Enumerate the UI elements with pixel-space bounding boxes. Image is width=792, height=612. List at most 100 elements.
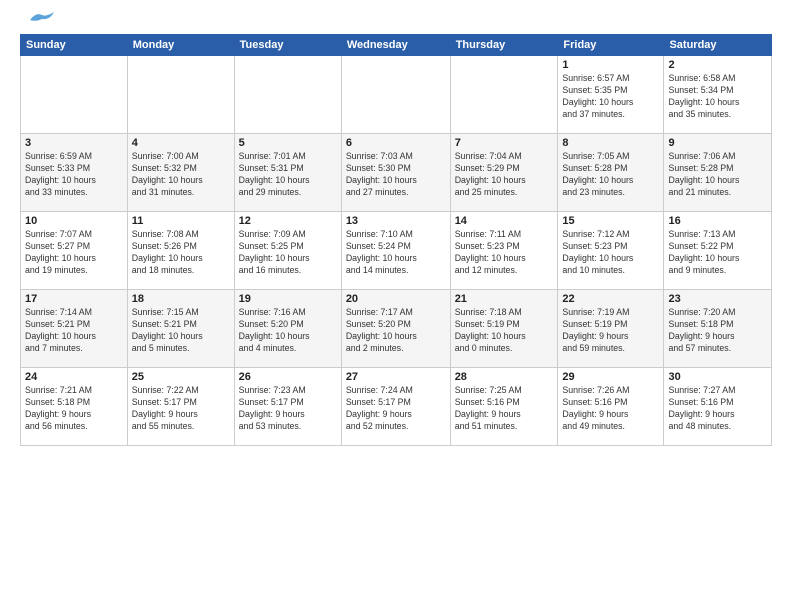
day-info: Sunrise: 7:14 AM Sunset: 5:21 PM Dayligh…	[25, 307, 123, 355]
day-number: 10	[25, 215, 123, 227]
day-number: 8	[562, 137, 659, 149]
day-info: Sunrise: 7:26 AM Sunset: 5:16 PM Dayligh…	[562, 385, 659, 433]
day-info: Sunrise: 7:18 AM Sunset: 5:19 PM Dayligh…	[455, 307, 554, 355]
calendar-week-row-4: 17 Sunrise: 7:14 AM Sunset: 5:21 PM Dayli…	[21, 290, 772, 368]
calendar-week-row-1: 1Sunrise: 6:57 AM Sunset: 5:35 PM Daylig…	[21, 56, 772, 134]
day-info: Sunrise: 7:25 AM Sunset: 5:16 PM Dayligh…	[455, 385, 554, 433]
calendar-cell: 1Sunrise: 6:57 AM Sunset: 5:35 PM Daylig…	[558, 56, 664, 134]
day-number: 21	[455, 293, 554, 305]
day-info: Sunrise: 7:27 AM Sunset: 5:16 PM Dayligh…	[668, 385, 767, 433]
calendar-cell: 16 Sunrise: 7:13 AM Sunset: 5:22 PM Dayli…	[664, 212, 772, 290]
weekday-header-thursday: Thursday	[450, 35, 558, 56]
calendar-cell: 7 Sunrise: 7:04 AM Sunset: 5:29 PM Daylig…	[450, 134, 558, 212]
day-info: Sunrise: 7:19 AM Sunset: 5:19 PM Dayligh…	[562, 307, 659, 355]
calendar-week-row-5: 24 Sunrise: 7:21 AM Sunset: 5:18 PM Dayli…	[21, 368, 772, 446]
calendar-week-row-2: 3 Sunrise: 6:59 AM Sunset: 5:33 PM Daylig…	[21, 134, 772, 212]
day-info: Sunrise: 6:58 AM Sunset: 5:34 PM Dayligh…	[668, 73, 767, 121]
calendar-cell: 15 Sunrise: 7:12 AM Sunset: 5:23 PM Dayli…	[558, 212, 664, 290]
day-number: 25	[132, 371, 230, 383]
calendar-cell: 25 Sunrise: 7:22 AM Sunset: 5:17 PM Dayli…	[127, 368, 234, 446]
day-info: Sunrise: 7:21 AM Sunset: 5:18 PM Dayligh…	[25, 385, 123, 433]
day-number: 15	[562, 215, 659, 227]
day-info: Sunrise: 7:00 AM Sunset: 5:32 PM Dayligh…	[132, 151, 230, 199]
day-number: 24	[25, 371, 123, 383]
day-info: Sunrise: 7:05 AM Sunset: 5:28 PM Dayligh…	[562, 151, 659, 199]
calendar-cell: 19Sunrise: 7:16 AM Sunset: 5:20 PM Dayli…	[234, 290, 341, 368]
day-number: 12	[239, 215, 337, 227]
day-number: 27	[346, 371, 446, 383]
calendar-cell: 11 Sunrise: 7:08 AM Sunset: 5:26 PM Dayli…	[127, 212, 234, 290]
calendar-cell: 9Sunrise: 7:06 AM Sunset: 5:28 PM Daylig…	[664, 134, 772, 212]
calendar-cell: 5 Sunrise: 7:01 AM Sunset: 5:31 PM Daylig…	[234, 134, 341, 212]
day-number: 26	[239, 371, 337, 383]
day-number: 20	[346, 293, 446, 305]
calendar-cell: 14 Sunrise: 7:11 AM Sunset: 5:23 PM Dayli…	[450, 212, 558, 290]
day-number: 11	[132, 215, 230, 227]
calendar-cell: 27 Sunrise: 7:24 AM Sunset: 5:17 PM Dayli…	[341, 368, 450, 446]
day-number: 30	[668, 371, 767, 383]
calendar-cell: 23 Sunrise: 7:20 AM Sunset: 5:18 PM Dayli…	[664, 290, 772, 368]
day-info: Sunrise: 6:59 AM Sunset: 5:33 PM Dayligh…	[25, 151, 123, 199]
day-info: Sunrise: 7:06 AM Sunset: 5:28 PM Dayligh…	[668, 151, 767, 199]
calendar-cell: 10 Sunrise: 7:07 AM Sunset: 5:27 PM Dayli…	[21, 212, 128, 290]
page: SundayMondayTuesdayWednesdayThursdayFrid…	[0, 0, 792, 612]
day-info: Sunrise: 7:20 AM Sunset: 5:18 PM Dayligh…	[668, 307, 767, 355]
day-info: Sunrise: 7:12 AM Sunset: 5:23 PM Dayligh…	[562, 229, 659, 277]
day-number: 6	[346, 137, 446, 149]
day-info: Sunrise: 7:17 AM Sunset: 5:20 PM Dayligh…	[346, 307, 446, 355]
day-number: 23	[668, 293, 767, 305]
weekday-header-saturday: Saturday	[664, 35, 772, 56]
day-info: Sunrise: 7:04 AM Sunset: 5:29 PM Dayligh…	[455, 151, 554, 199]
day-number: 22	[562, 293, 659, 305]
calendar-week-row-3: 10 Sunrise: 7:07 AM Sunset: 5:27 PM Dayli…	[21, 212, 772, 290]
day-info: Sunrise: 7:24 AM Sunset: 5:17 PM Dayligh…	[346, 385, 446, 433]
calendar-cell: 28 Sunrise: 7:25 AM Sunset: 5:16 PM Dayli…	[450, 368, 558, 446]
calendar-cell: 26Sunrise: 7:23 AM Sunset: 5:17 PM Dayli…	[234, 368, 341, 446]
day-info: Sunrise: 7:13 AM Sunset: 5:22 PM Dayligh…	[668, 229, 767, 277]
calendar-cell: 3 Sunrise: 6:59 AM Sunset: 5:33 PM Daylig…	[21, 134, 128, 212]
logo	[20, 16, 54, 24]
day-number: 2	[668, 59, 767, 71]
weekday-header-friday: Friday	[558, 35, 664, 56]
calendar-cell: 29Sunrise: 7:26 AM Sunset: 5:16 PM Dayli…	[558, 368, 664, 446]
calendar-cell: 12 Sunrise: 7:09 AM Sunset: 5:25 PM Dayli…	[234, 212, 341, 290]
day-number: 14	[455, 215, 554, 227]
day-number: 17	[25, 293, 123, 305]
calendar-cell: 22 Sunrise: 7:19 AM Sunset: 5:19 PM Dayli…	[558, 290, 664, 368]
calendar-header-row: SundayMondayTuesdayWednesdayThursdayFrid…	[21, 35, 772, 56]
calendar-cell: 20 Sunrise: 7:17 AM Sunset: 5:20 PM Dayli…	[341, 290, 450, 368]
day-number: 3	[25, 137, 123, 149]
logo-bird-icon	[22, 10, 54, 30]
day-info: Sunrise: 7:08 AM Sunset: 5:26 PM Dayligh…	[132, 229, 230, 277]
day-number: 16	[668, 215, 767, 227]
calendar-cell: 24 Sunrise: 7:21 AM Sunset: 5:18 PM Dayli…	[21, 368, 128, 446]
weekday-header-monday: Monday	[127, 35, 234, 56]
calendar-table: SundayMondayTuesdayWednesdayThursdayFrid…	[20, 34, 772, 446]
day-info: Sunrise: 7:03 AM Sunset: 5:30 PM Dayligh…	[346, 151, 446, 199]
calendar-cell: 17 Sunrise: 7:14 AM Sunset: 5:21 PM Dayli…	[21, 290, 128, 368]
calendar-cell: 13 Sunrise: 7:10 AM Sunset: 5:24 PM Dayli…	[341, 212, 450, 290]
calendar-cell	[21, 56, 128, 134]
day-number: 5	[239, 137, 337, 149]
day-number: 28	[455, 371, 554, 383]
header	[20, 16, 772, 24]
day-number: 4	[132, 137, 230, 149]
day-number: 18	[132, 293, 230, 305]
calendar-cell: 6 Sunrise: 7:03 AM Sunset: 5:30 PM Daylig…	[341, 134, 450, 212]
calendar-cell: 2 Sunrise: 6:58 AM Sunset: 5:34 PM Daylig…	[664, 56, 772, 134]
day-number: 1	[562, 59, 659, 71]
day-number: 13	[346, 215, 446, 227]
day-info: Sunrise: 7:09 AM Sunset: 5:25 PM Dayligh…	[239, 229, 337, 277]
calendar-cell: 4 Sunrise: 7:00 AM Sunset: 5:32 PM Daylig…	[127, 134, 234, 212]
day-info: Sunrise: 7:01 AM Sunset: 5:31 PM Dayligh…	[239, 151, 337, 199]
day-info: Sunrise: 7:07 AM Sunset: 5:27 PM Dayligh…	[25, 229, 123, 277]
day-number: 7	[455, 137, 554, 149]
weekday-header-tuesday: Tuesday	[234, 35, 341, 56]
calendar-cell: 18 Sunrise: 7:15 AM Sunset: 5:21 PM Dayli…	[127, 290, 234, 368]
day-info: Sunrise: 7:11 AM Sunset: 5:23 PM Dayligh…	[455, 229, 554, 277]
day-info: Sunrise: 7:10 AM Sunset: 5:24 PM Dayligh…	[346, 229, 446, 277]
calendar-cell: 8 Sunrise: 7:05 AM Sunset: 5:28 PM Daylig…	[558, 134, 664, 212]
day-info: Sunrise: 7:15 AM Sunset: 5:21 PM Dayligh…	[132, 307, 230, 355]
day-info: Sunrise: 7:22 AM Sunset: 5:17 PM Dayligh…	[132, 385, 230, 433]
day-number: 19	[239, 293, 337, 305]
